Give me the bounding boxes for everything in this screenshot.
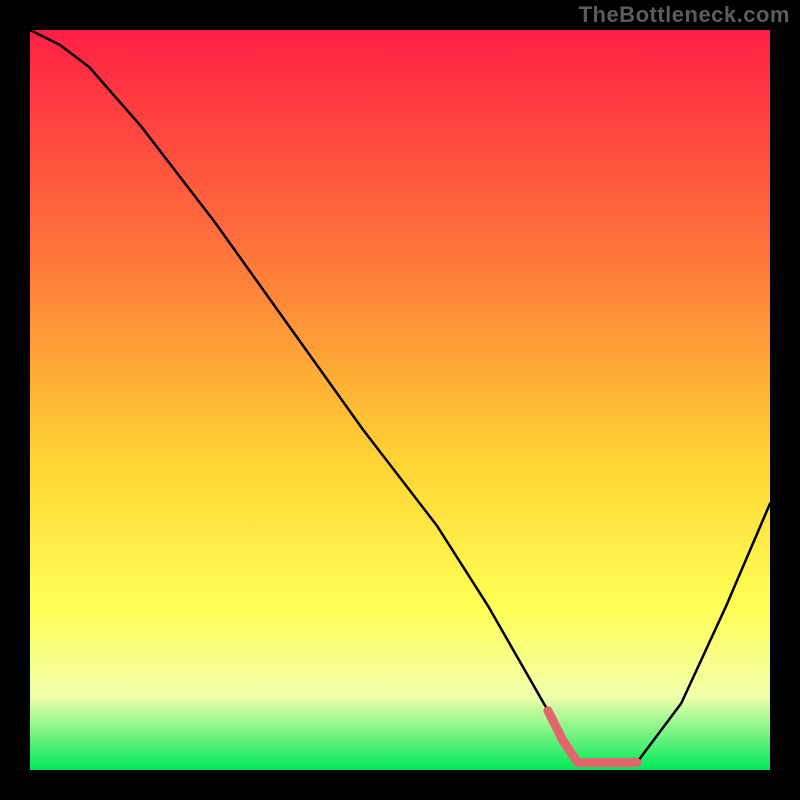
plot-area (30, 30, 770, 770)
watermark-text: TheBottleneck.com (579, 2, 790, 28)
chart-svg (30, 30, 770, 770)
chart-frame: TheBottleneck.com (0, 0, 800, 800)
gradient-rect (30, 30, 770, 770)
